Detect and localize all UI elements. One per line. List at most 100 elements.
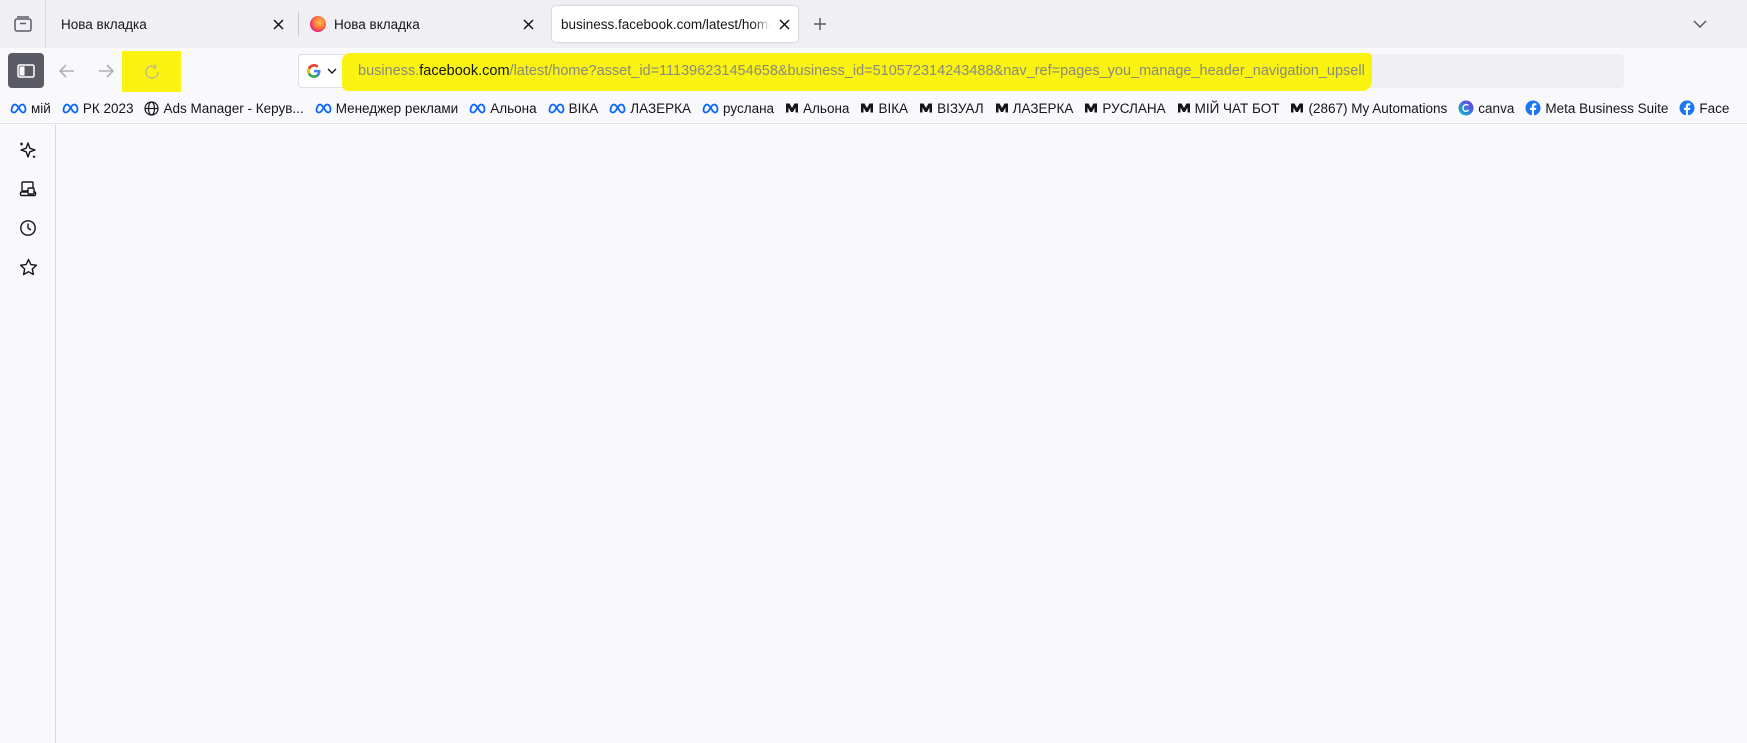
ai-sparkle-icon bbox=[20, 142, 36, 158]
manychat-icon bbox=[1290, 102, 1304, 114]
navigation-toolbar: business.facebook.com/latest/home?asset_… bbox=[0, 48, 1747, 93]
bookmark-label: Альона bbox=[490, 100, 537, 116]
bookmark-label: МІЙ ЧАТ БОТ bbox=[1194, 100, 1280, 116]
bookmark-item[interactable]: ВІКА bbox=[548, 100, 599, 116]
tab-overview-icon bbox=[13, 16, 32, 32]
bookmark-item[interactable]: ВІКА bbox=[860, 101, 908, 116]
bookmark-item[interactable]: руслана bbox=[702, 101, 774, 116]
bookmark-label: ВІКА bbox=[878, 100, 909, 116]
bookmark-item[interactable]: Meta Business Suite bbox=[1525, 100, 1668, 116]
tab-active[interactable]: business.facebook.com/latest/home? bbox=[552, 6, 798, 42]
synced-tabs-icon bbox=[19, 181, 37, 197]
bookmark-item[interactable]: МІЙ ЧАТ БОТ bbox=[1177, 100, 1280, 116]
tab-title: business.facebook.com/latest/home? bbox=[561, 16, 770, 32]
tab-title: Нова вкладка bbox=[61, 16, 147, 32]
history-icon bbox=[20, 220, 36, 236]
meta-icon bbox=[548, 103, 565, 114]
bookmark-label: Альона bbox=[803, 100, 850, 116]
sidebar-icon bbox=[17, 63, 35, 78]
bookmark-label: Менеджер реклами bbox=[335, 100, 459, 116]
sidebar-toggle-button[interactable] bbox=[8, 53, 44, 88]
tab-strip: Нова вкладка Нова вкладка business.faceb… bbox=[0, 0, 1747, 48]
bookmark-label: Ads Manager - Керув... bbox=[163, 100, 304, 116]
bookmark-label: (2867) My Automations bbox=[1308, 100, 1448, 116]
meta-icon bbox=[315, 103, 332, 114]
meta-icon bbox=[62, 103, 79, 114]
tab-overview-button[interactable] bbox=[0, 0, 46, 48]
bookmark-item[interactable]: ВІЗУАЛ bbox=[919, 101, 984, 116]
history-button[interactable] bbox=[14, 214, 42, 242]
search-engine-button[interactable] bbox=[298, 54, 346, 88]
bookmark-label: ВІЗУАЛ bbox=[937, 100, 984, 116]
manychat-icon bbox=[995, 102, 1009, 114]
bookmark-item[interactable]: canva bbox=[1458, 100, 1514, 116]
bookmark-label: ЛАЗЕРКА bbox=[630, 100, 691, 116]
bookmark-item[interactable]: Менеджер реклами bbox=[315, 100, 459, 116]
arrow-right-icon bbox=[99, 63, 114, 78]
url-bar[interactable]: business.facebook.com/latest/home?asset_… bbox=[298, 53, 1624, 91]
bookmark-label: мій bbox=[31, 100, 51, 116]
arrow-left-icon bbox=[59, 63, 74, 78]
bookmark-label: Meta Business Suite bbox=[1545, 100, 1669, 116]
manychat-icon bbox=[785, 102, 799, 114]
manychat-icon bbox=[1084, 102, 1098, 114]
meta-icon bbox=[702, 103, 719, 114]
meta-icon bbox=[609, 103, 626, 114]
bookmark-label: ЛАЗЕРКА bbox=[1012, 100, 1074, 116]
bookmark-label: ВІКА bbox=[568, 100, 599, 116]
bookmark-item[interactable]: РК 2023 bbox=[62, 100, 134, 116]
facebook-icon bbox=[1525, 100, 1541, 116]
close-icon bbox=[272, 18, 284, 30]
bookmarks-button[interactable] bbox=[14, 253, 42, 281]
tab-title: Нова вкладка bbox=[334, 16, 420, 32]
bookmark-item[interactable]: (2867) My Automations bbox=[1290, 101, 1447, 116]
bookmark-label: руслана bbox=[722, 100, 775, 116]
new-tab-button[interactable] bbox=[808, 12, 832, 36]
bookmark-item[interactable]: Альона bbox=[469, 100, 537, 116]
close-tab-button[interactable] bbox=[774, 14, 794, 34]
synced-tabs-button[interactable] bbox=[14, 175, 42, 203]
plus-icon bbox=[814, 18, 826, 30]
list-all-tabs-button[interactable] bbox=[1688, 12, 1712, 36]
chevron-down-icon bbox=[1693, 20, 1707, 28]
bookmark-label: РУСЛАНА bbox=[1102, 100, 1166, 116]
bookmarks-star-icon bbox=[19, 258, 37, 275]
reload-icon bbox=[144, 63, 159, 79]
bookmark-item[interactable]: Альона bbox=[785, 101, 849, 116]
back-button[interactable] bbox=[49, 53, 85, 88]
manychat-icon bbox=[919, 102, 933, 114]
reload-button[interactable] bbox=[122, 51, 181, 92]
tab-separator bbox=[298, 12, 299, 36]
sidebar-launcher bbox=[0, 125, 56, 743]
url-path: /latest/home?asset_id=111396231454658&bu… bbox=[509, 63, 1365, 79]
bookmark-item[interactable]: мій bbox=[10, 101, 51, 116]
page-content bbox=[57, 125, 1747, 743]
canva-icon bbox=[1458, 100, 1474, 116]
meta-icon bbox=[469, 103, 486, 114]
bookmark-label: Face bbox=[1699, 100, 1730, 116]
manychat-icon bbox=[1177, 102, 1191, 114]
close-tab-button[interactable] bbox=[518, 14, 538, 34]
bookmark-item[interactable]: ЛАЗЕРКА bbox=[995, 100, 1074, 116]
forward-button[interactable] bbox=[88, 53, 124, 88]
bookmark-item[interactable]: Ads Manager - Керув... bbox=[144, 100, 304, 116]
url-text[interactable]: business.facebook.com/latest/home?asset_… bbox=[358, 54, 1365, 88]
tab-new-2[interactable]: Нова вкладка bbox=[302, 6, 542, 42]
close-icon bbox=[778, 18, 790, 30]
chevron-down-icon bbox=[327, 68, 337, 74]
firefox-icon bbox=[310, 16, 326, 32]
bookmark-item[interactable]: РУСЛАНА bbox=[1084, 100, 1166, 116]
ai-chatbot-button[interactable] bbox=[14, 136, 42, 164]
bookmarks-toolbar: мій РК 2023 Ads Manager - Керув... Менеджер… bbox=[0, 93, 1747, 124]
url-prefix: business. bbox=[358, 63, 420, 79]
bookmark-item[interactable]: ЛАЗЕРКА bbox=[609, 101, 691, 116]
meta-icon bbox=[10, 103, 27, 114]
close-icon bbox=[522, 18, 534, 30]
bookmark-label: РК 2023 bbox=[82, 100, 134, 116]
url-domain: facebook.com bbox=[419, 63, 510, 79]
tab-new-1[interactable]: Нова вкладка bbox=[52, 6, 292, 42]
close-tab-button[interactable] bbox=[268, 14, 288, 34]
bookmark-item[interactable]: Face bbox=[1679, 100, 1729, 116]
bookmark-label: canva bbox=[1478, 100, 1515, 116]
google-icon bbox=[307, 64, 321, 78]
